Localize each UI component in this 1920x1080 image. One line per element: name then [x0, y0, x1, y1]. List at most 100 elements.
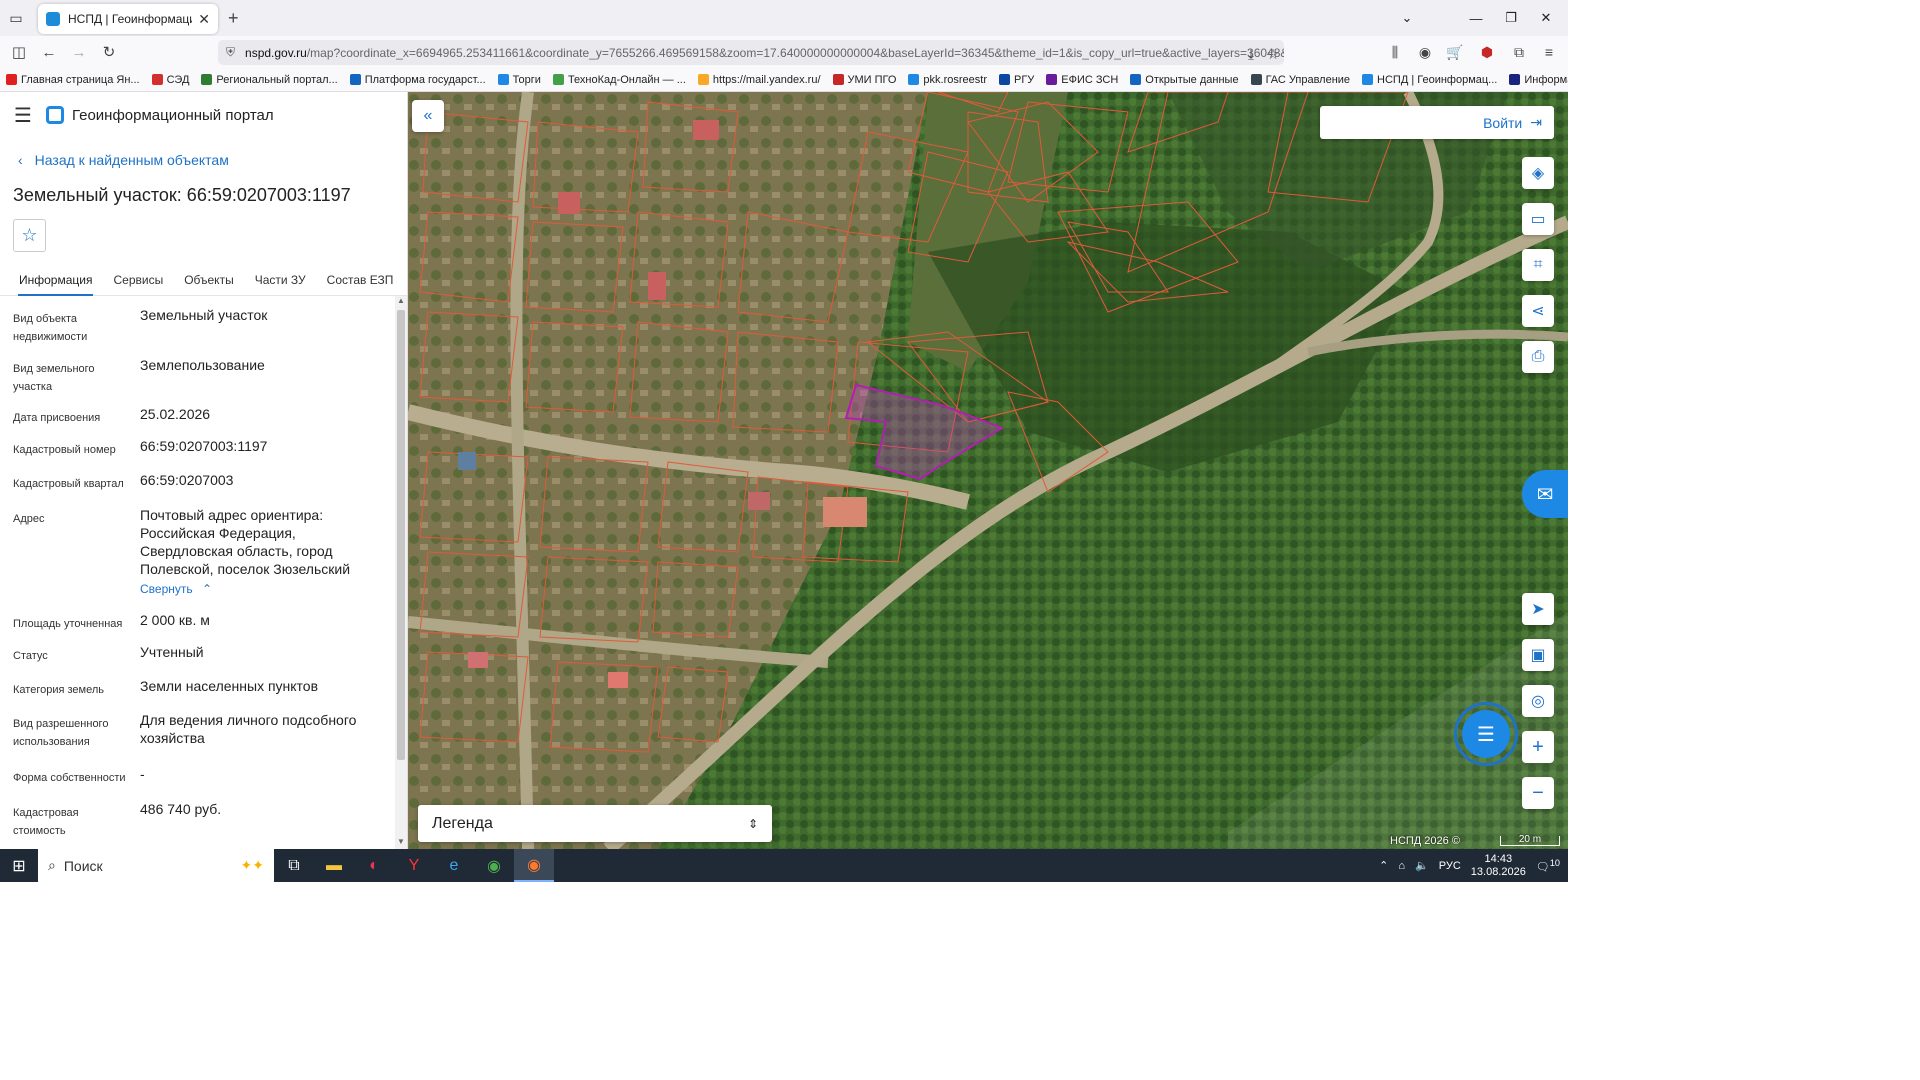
bookmark-item[interactable]: Главная страница Ян...	[6, 74, 140, 86]
bookmark-item[interactable]: СЭД	[151, 74, 189, 86]
property-value-text: 2 000 кв. м	[140, 612, 210, 628]
sidebar-toggle-icon[interactable]: ◫	[4, 37, 34, 67]
minimize-button[interactable]: —	[1459, 0, 1493, 36]
bookmark-item[interactable]: УМИ ПГО	[832, 73, 897, 86]
bookmark-item[interactable]: Информация о граж...	[1509, 74, 1568, 86]
minimap-button[interactable]: ▣	[1522, 639, 1554, 671]
clock[interactable]: 14:43 13.08.2026	[1471, 853, 1526, 879]
portal-title: Геоинформационный портал	[72, 106, 274, 124]
notifications-icon[interactable]: 🗨10	[1536, 858, 1560, 874]
info-tab[interactable]: Объекты	[175, 264, 243, 295]
chat-assistant-button[interactable]: ☰	[1454, 702, 1518, 766]
info-tab[interactable]: Состав ЕЗП	[318, 264, 403, 295]
bookmark-star-icon[interactable]: ☆	[1258, 40, 1288, 68]
restore-button[interactable]: ❐	[1494, 0, 1528, 36]
tray-chevron-icon[interactable]: ⌃	[1379, 859, 1388, 872]
firefox-icon[interactable]: ◉	[514, 849, 554, 882]
bookmark-item[interactable]: НСПД | Геоинформац...	[1362, 74, 1497, 86]
login-button[interactable]: Войти ⇥	[1320, 106, 1554, 139]
layers-button[interactable]: ◈	[1522, 157, 1554, 189]
taskbar-search[interactable]: ⌕ Поиск ✦✦	[38, 849, 274, 882]
close-tab-icon[interactable]: ✕	[198, 11, 210, 28]
property-value-text: Землепользование	[140, 357, 265, 373]
info-tab[interactable]: Информация	[10, 264, 101, 296]
back-icon[interactable]: ←	[34, 37, 64, 67]
bookmark-label: НСПД | Геоинформац...	[1377, 73, 1498, 86]
bookmark-item[interactable]: pkk.rosreestr	[908, 74, 987, 86]
bookmark-label: ЕФИС ЗСН	[1061, 73, 1119, 86]
share-button[interactable]: ⋖	[1522, 295, 1554, 327]
internet-explorer-icon[interactable]: e	[434, 849, 474, 882]
collapse-address-link[interactable]: Свернуть ⌃	[140, 580, 212, 598]
bookmark-item[interactable]: ТехноКад-Онлайн — ...	[552, 74, 686, 86]
property-value-text: 66:59:0207003	[140, 472, 234, 488]
bookmark-item[interactable]: Региональный портал...	[201, 74, 338, 86]
windows-start-icon[interactable]: ⊞	[0, 849, 38, 882]
panel-scrollbar[interactable]: ▲ ▼	[395, 296, 407, 849]
back-to-results-link[interactable]: ‹ Назад к найденным объектам	[18, 152, 229, 168]
bookmark-label: УМИ ПГО	[847, 73, 897, 86]
property-value-text: Земли населенных пунктов	[140, 678, 319, 694]
support-button[interactable]: ✉	[1522, 470, 1568, 518]
language-indicator[interactable]: РУС	[1439, 860, 1461, 872]
yandex-browser-icon[interactable]: Y	[394, 849, 434, 882]
chat-bubble-icon: ☰	[1462, 710, 1510, 758]
bookmark-item[interactable]: Открытые данные	[1130, 74, 1239, 86]
collapse-label: Свернуть	[140, 582, 193, 596]
bookmark-favicon-icon	[1509, 74, 1521, 85]
print-button[interactable]: ⎙	[1522, 341, 1554, 373]
tab-dropdown-icon[interactable]: ⌄	[1390, 0, 1424, 36]
hamburger-menu-icon[interactable]: ☰	[0, 103, 46, 128]
zoom-out-button[interactable]: −	[1522, 777, 1554, 809]
reload-icon[interactable]: ↻	[94, 37, 124, 67]
my-location-button[interactable]: ➤	[1522, 593, 1554, 625]
menu-icon[interactable]: ≡	[1534, 38, 1564, 66]
measure-button[interactable]: ▭	[1522, 203, 1554, 235]
bookmark-item[interactable]: РГУ	[999, 74, 1034, 86]
forward-icon[interactable]: →	[64, 37, 94, 67]
zoom-in-button[interactable]: +	[1522, 731, 1554, 763]
bookmark-label: Платформа государст...	[364, 73, 486, 86]
property-value: -	[140, 765, 385, 783]
info-tab[interactable]: Сервисы	[104, 264, 172, 295]
bookmark-item[interactable]: Платформа государст...	[349, 73, 486, 86]
bookmark-item[interactable]: ЕФИС ЗСН	[1046, 74, 1118, 86]
new-tab-button[interactable]: +	[228, 8, 239, 29]
bookmark-favicon-icon	[908, 74, 920, 85]
favorite-star-button[interactable]: ☆	[13, 219, 46, 252]
scroll-down-icon[interactable]: ▼	[395, 837, 407, 849]
bookmark-item[interactable]: https://mail.yandex.ru/	[697, 74, 821, 86]
address-bar[interactable]: ⛨ nspd.gov.ru/map?coordinate_x=6694965.2…	[218, 40, 1284, 65]
property-value-text: 486 740 руб.	[140, 801, 222, 817]
site-info-icon[interactable]: ⛨	[226, 45, 235, 60]
map-scale-bar: 20 m	[1500, 835, 1560, 846]
extensions-icon[interactable]: ⧉	[1504, 38, 1534, 66]
scroll-up-icon[interactable]: ▲	[395, 296, 407, 308]
file-explorer-icon[interactable]: ▬	[314, 849, 354, 882]
tab-list-icon[interactable]: ▭	[0, 0, 32, 36]
info-tab[interactable]: Части ЗУ	[246, 264, 315, 295]
object-title: Земельный участок: 66:59:0207003:1197	[13, 185, 351, 205]
map-view[interactable]: « Войти ⇥ ◈ ▭ ⌗ ⋖ ⎙ ✉ ➤ ▣ ◎ + − ☰ Легенд…	[408, 92, 1568, 849]
browser-tab-active[interactable]: НСПД | Геоинформационный ✕	[38, 4, 218, 34]
extension-shield-icon[interactable]: ⬢	[1472, 38, 1502, 66]
legend-dropdown[interactable]: Легенда ⇕	[418, 805, 772, 842]
account-icon[interactable]: ◉	[1410, 38, 1440, 66]
geolocate-button[interactable]: ◎	[1522, 685, 1554, 717]
network-icon[interactable]: ⌂	[1398, 860, 1405, 872]
layers-icon: ◈	[1531, 165, 1545, 182]
select-area-button[interactable]: ⌗	[1522, 249, 1554, 281]
task-view-icon[interactable]: ⧉	[274, 849, 314, 882]
search-placeholder: Поиск	[63, 857, 103, 874]
scrollbar-thumb[interactable]	[397, 310, 405, 760]
bookmark-item[interactable]: ГАС Управление	[1250, 74, 1350, 86]
app-icon[interactable]: ◐	[354, 849, 394, 882]
bookmark-favicon-icon	[151, 74, 163, 85]
volume-icon[interactable]: 🔈	[1415, 859, 1429, 872]
library-icon[interactable]: ⫼	[1380, 38, 1410, 66]
chrome-icon[interactable]: ◉	[474, 849, 514, 882]
cart-icon[interactable]: 🛒	[1440, 38, 1470, 66]
bookmark-item[interactable]: Торги	[497, 74, 541, 86]
close-window-button[interactable]: ✕	[1529, 0, 1563, 36]
collapse-panel-button[interactable]: «	[412, 100, 444, 132]
